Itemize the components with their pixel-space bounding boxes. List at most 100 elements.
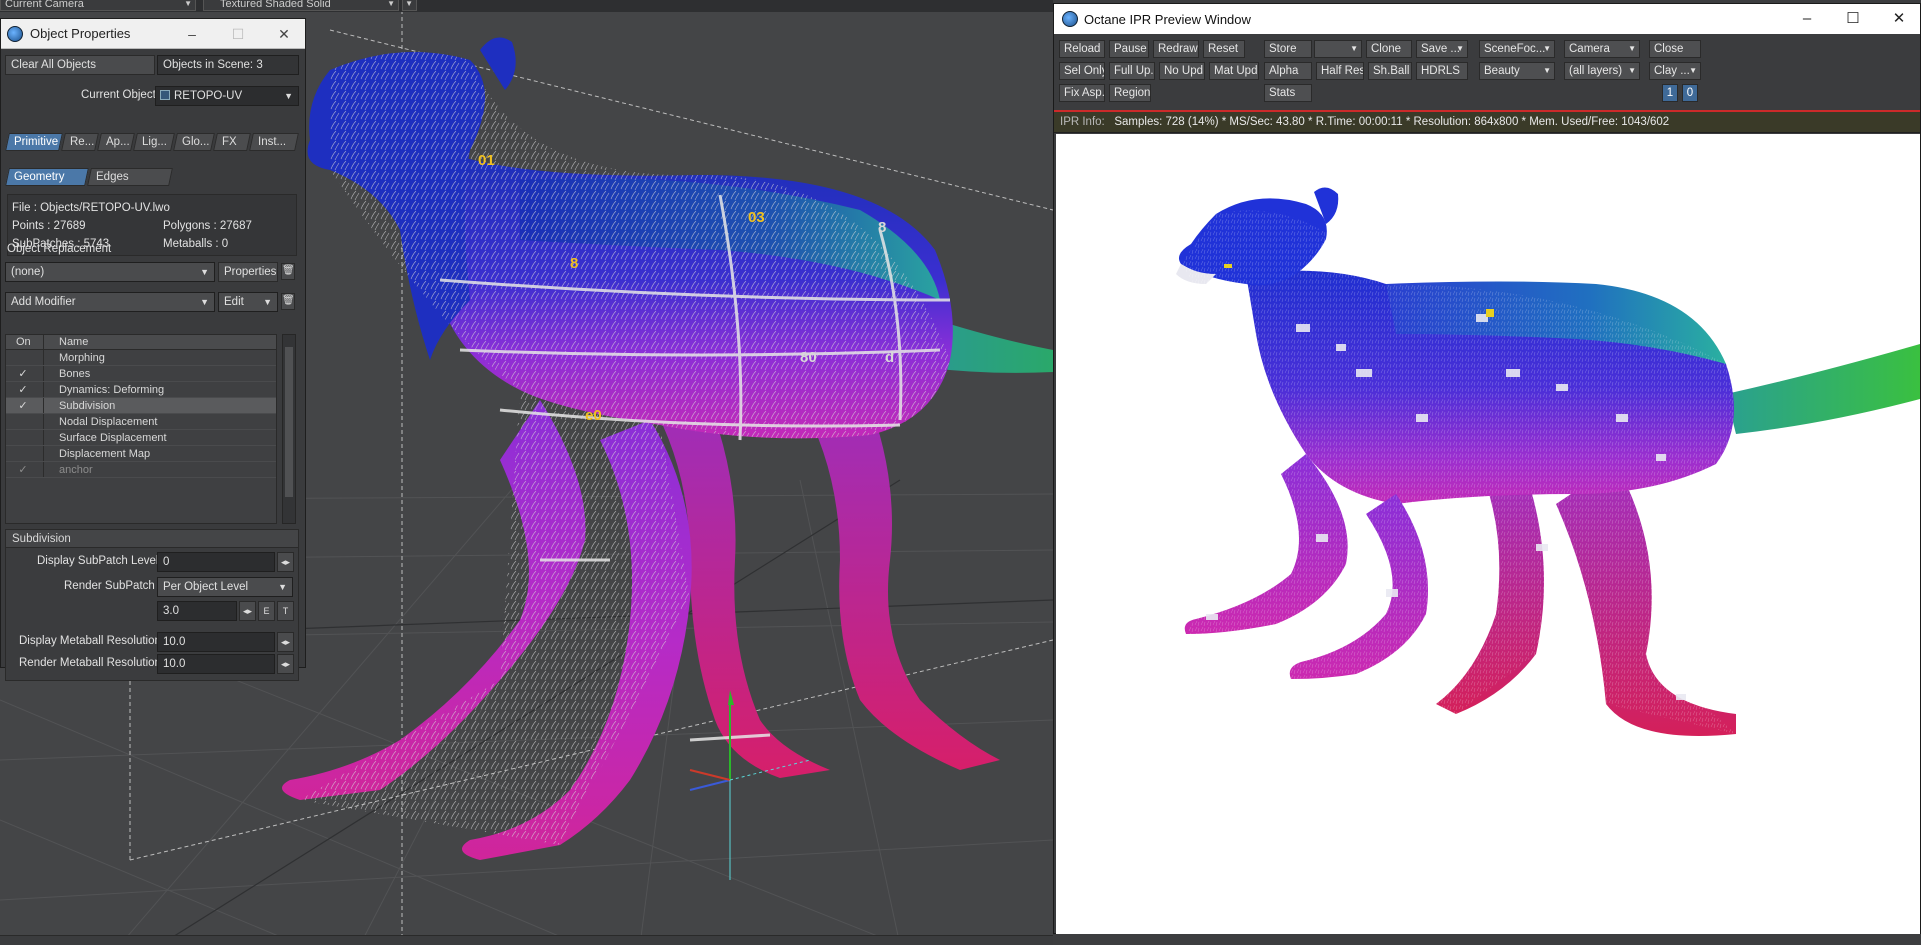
- store-button[interactable]: Store: [1264, 40, 1312, 58]
- viewport-options-button[interactable]: ▼: [402, 0, 417, 11]
- lightwave-app-icon: [7, 25, 23, 42]
- no-update-button[interactable]: No Upd...: [1159, 62, 1205, 80]
- shading-select[interactable]: Textured Shaded Solid ▼: [203, 0, 399, 11]
- chevron-down-icon: ▼: [263, 297, 272, 307]
- region-button[interactable]: Region: [1109, 84, 1151, 102]
- layers-select[interactable]: (all layers) ▼: [1564, 62, 1640, 80]
- slider-arrows-icon[interactable]: ◂▸: [277, 654, 294, 674]
- minimize-icon[interactable]: –: [1784, 4, 1830, 34]
- chevron-down-icon: ▼: [184, 0, 192, 8]
- save-select[interactable]: Save ... ▼: [1416, 40, 1468, 58]
- render-subpatch-select[interactable]: Per Object Level ▼: [157, 577, 293, 597]
- list-item[interactable]: Surface Displacement: [6, 430, 276, 446]
- render-preview[interactable]: [1056, 134, 1920, 934]
- modifier-list-scrollbar[interactable]: [282, 334, 296, 524]
- close-icon[interactable]: ✕: [1876, 4, 1921, 34]
- render-metaball-input[interactable]: 10.0: [157, 654, 275, 674]
- render-subpatch-level-input[interactable]: 3.0: [157, 601, 237, 621]
- trash-icon[interactable]: 🗑: [281, 263, 295, 280]
- chevron-down-icon: ▼: [200, 267, 209, 277]
- properties-button[interactable]: Properties: [218, 262, 278, 282]
- object-properties-panel: Object Properties – ☐ ✕ Clear All Object…: [0, 18, 306, 681]
- tab-instance[interactable]: Inst...: [249, 133, 299, 151]
- full-update-button[interactable]: Full Up...: [1109, 62, 1155, 80]
- tab-label: Glo...: [182, 136, 210, 148]
- display-metaball-input[interactable]: 10.0: [157, 632, 275, 652]
- list-item[interactable]: Displacement Map: [6, 446, 276, 462]
- clone-button[interactable]: Clone: [1366, 40, 1412, 58]
- shader-ball-button[interactable]: Sh.Ball: [1368, 62, 1412, 80]
- file-path: File : Objects/RETOPO-UV.lwo: [12, 202, 170, 214]
- pause-button[interactable]: Pause: [1109, 40, 1149, 58]
- mat-update-button[interactable]: Mat Upd: [1209, 62, 1259, 80]
- list-item[interactable]: ✓ Dynamics: Deforming: [6, 382, 276, 398]
- close-icon[interactable]: ✕: [261, 19, 307, 49]
- clay-select[interactable]: Clay ... ▼: [1649, 62, 1701, 80]
- list-item[interactable]: Morphing: [6, 350, 276, 366]
- object-replacement-select[interactable]: (none) ▼: [5, 262, 215, 282]
- subtab-edges[interactable]: Edges: [87, 168, 173, 186]
- half-res-button[interactable]: Half Res: [1316, 62, 1364, 80]
- subdivision-title: Subdivision: [6, 530, 298, 548]
- tab-fx[interactable]: FX: [213, 133, 251, 151]
- counter-badge-0[interactable]: 0: [1682, 84, 1698, 102]
- maximize-icon[interactable]: ☐: [215, 19, 261, 49]
- ipr-info-bar: IPR Info: Samples: 728 (14%) * MS/Sec: 4…: [1054, 110, 1920, 133]
- ipr-titlebar[interactable]: Octane IPR Preview Window – ☐ ✕: [1054, 4, 1920, 34]
- camera-select[interactable]: Current Camera ▼: [0, 0, 196, 11]
- maximize-icon[interactable]: ☐: [1830, 4, 1876, 34]
- list-item[interactable]: Nodal Displacement: [6, 414, 276, 430]
- octane-ipr-window: Octane IPR Preview Window – ☐ ✕ Reload P…: [1053, 3, 1921, 934]
- subtab-geometry[interactable]: Geometry: [5, 168, 89, 186]
- minimize-icon[interactable]: –: [169, 19, 215, 49]
- sel-only-button[interactable]: Sel Only: [1059, 62, 1105, 80]
- list-item[interactable]: ✓ Bones: [6, 366, 276, 382]
- svg-text:e0: e0: [585, 407, 602, 424]
- object-properties-titlebar[interactable]: Object Properties – ☐ ✕: [1, 19, 305, 49]
- check-icon[interactable]: ✓: [16, 383, 30, 396]
- chevron-down-icon: ▼: [1689, 66, 1697, 75]
- reload-button[interactable]: Reload: [1059, 40, 1105, 58]
- chevron-down-icon: ▼: [1543, 66, 1551, 75]
- slider-arrows-icon[interactable]: ◂▸: [239, 601, 256, 621]
- check-icon[interactable]: ✓: [16, 367, 30, 380]
- alpha-button[interactable]: Alpha: [1264, 62, 1312, 80]
- clear-all-objects-button[interactable]: Clear All Objects: [5, 55, 155, 75]
- scrollbar-thumb[interactable]: [285, 347, 293, 497]
- col-name: Name: [59, 336, 89, 348]
- stats-button[interactable]: Stats: [1264, 84, 1312, 102]
- display-metaball-label: Display Metaball Resolution: [19, 635, 161, 647]
- trash-icon[interactable]: 🗑: [281, 293, 295, 310]
- add-modifier-select[interactable]: Add Modifier ▼: [5, 292, 215, 312]
- tab-lights[interactable]: Lig...: [133, 133, 175, 151]
- texture-button[interactable]: T: [277, 601, 294, 621]
- slider-arrows-icon[interactable]: ◂▸: [277, 552, 294, 572]
- tab-appearance[interactable]: Ap...: [97, 133, 135, 151]
- hdrls-button[interactable]: HDRLS: [1416, 62, 1468, 80]
- redraw-button[interactable]: Redraw: [1153, 40, 1199, 58]
- fix-aspect-button[interactable]: Fix Asp...: [1059, 84, 1105, 102]
- clay-label: Clay ...: [1654, 65, 1690, 77]
- counter-badge-1[interactable]: 1: [1662, 84, 1678, 102]
- tab-global[interactable]: Glo...: [173, 133, 215, 151]
- check-icon[interactable]: ✓: [16, 399, 30, 412]
- modifier-name: Dynamics: Deforming: [59, 384, 165, 396]
- list-item[interactable]: ✓ anchor: [6, 462, 276, 478]
- store-slot-select[interactable]: ▼: [1314, 40, 1362, 58]
- current-object-select[interactable]: RETOPO-UV ▼: [155, 86, 299, 106]
- scene-focus-select[interactable]: SceneFoc... ▼: [1479, 40, 1555, 58]
- envelope-button[interactable]: E: [258, 601, 275, 621]
- reset-button[interactable]: Reset: [1203, 40, 1245, 58]
- camera-select[interactable]: Camera ▼: [1564, 40, 1640, 58]
- tab-render[interactable]: Re...: [61, 133, 99, 151]
- render-pass-select[interactable]: Beauty ▼: [1479, 62, 1555, 80]
- tab-primitive[interactable]: Primitive: [5, 133, 63, 151]
- list-item[interactable]: ✓ Subdivision: [6, 398, 276, 414]
- slider-arrows-icon[interactable]: ◂▸: [277, 632, 294, 652]
- edit-select[interactable]: Edit ▼: [218, 292, 278, 312]
- subdivision-section: Subdivision Display SubPatch Level 0 ◂▸ …: [5, 529, 299, 681]
- check-icon[interactable]: ✓: [16, 463, 30, 476]
- close-button[interactable]: Close: [1649, 40, 1701, 58]
- display-subpatch-input[interactable]: 0: [157, 552, 275, 572]
- svg-text:01: 01: [478, 152, 495, 169]
